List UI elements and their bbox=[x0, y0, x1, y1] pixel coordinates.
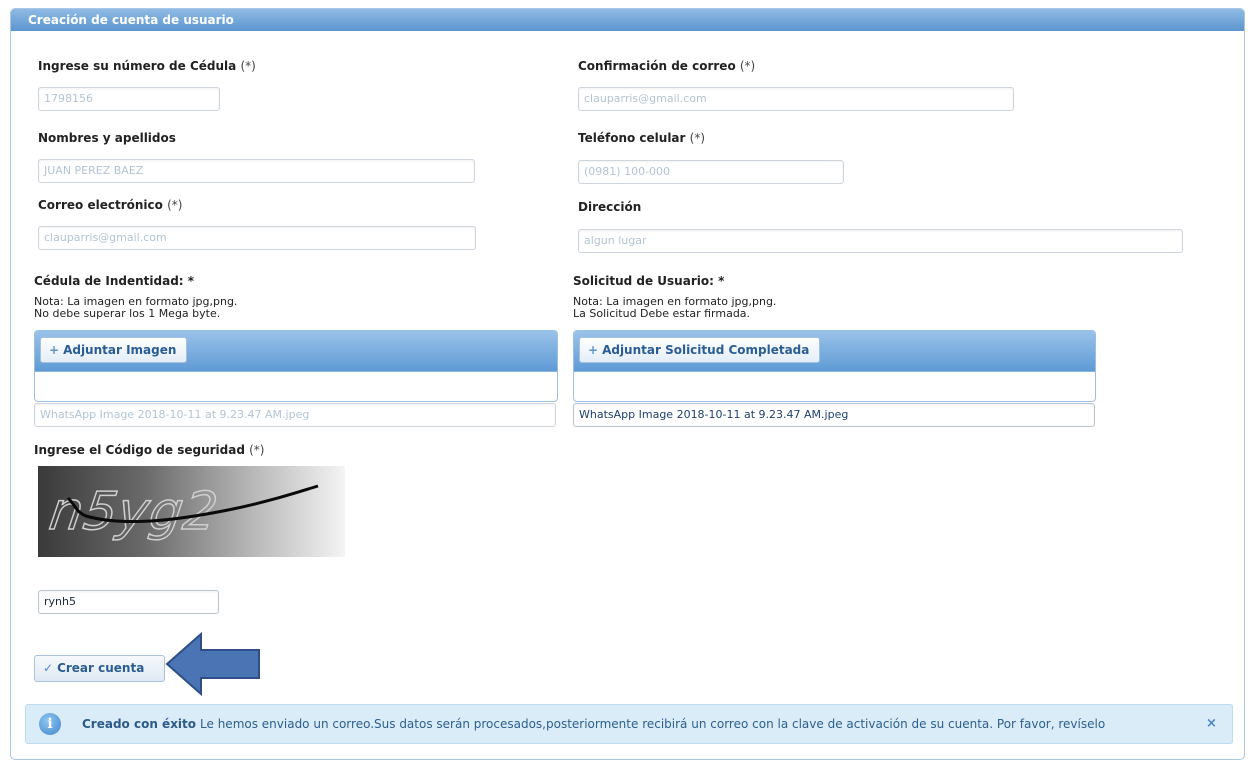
telefono-input[interactable]: (0981) 100-000 bbox=[578, 160, 844, 184]
adjuntar-imagen-button[interactable]: + Adjuntar Imagen bbox=[40, 337, 188, 363]
upload-solicitud-note2: La Solicitud Debe estar firmada. bbox=[573, 307, 751, 320]
alert-title: Creado con éxito bbox=[82, 717, 197, 731]
plus-icon: + bbox=[49, 343, 60, 357]
correo-input[interactable]: clauparris@gmail.com bbox=[38, 226, 476, 250]
upload-solicitud-label: Solicitud de Usuario: * bbox=[573, 274, 725, 288]
required-mark: (*) bbox=[739, 59, 756, 73]
upload-solicitud-box[interactable]: + Adjuntar Solicitud Completada bbox=[573, 330, 1096, 402]
required-mark: (*) bbox=[167, 198, 183, 212]
cedula-label: Ingrese su número de Cédula (*) bbox=[38, 59, 256, 73]
required-mark: (*) bbox=[249, 443, 265, 457]
captcha-label-text: Ingrese el Código de seguridad bbox=[34, 443, 245, 457]
required-mark: (*) bbox=[689, 131, 706, 145]
crear-cuenta-label: Crear cuenta bbox=[57, 661, 145, 675]
close-icon[interactable]: × bbox=[1206, 716, 1217, 731]
confirmacion-input[interactable]: clauparris@gmail.com bbox=[578, 87, 1014, 111]
captcha-input[interactable]: rynh5 bbox=[38, 590, 219, 614]
correo-label: Correo electrónico (*) bbox=[38, 198, 182, 212]
adjuntar-solicitud-button[interactable]: + Adjuntar Solicitud Completada bbox=[579, 337, 821, 363]
adjuntar-imagen-label: Adjuntar Imagen bbox=[63, 343, 177, 357]
upload-cedula-note2: No debe superar los 1 Mega byte. bbox=[34, 307, 221, 320]
upload-cedula-note1: Nota: La imagen en formato jpg,png. bbox=[34, 295, 238, 308]
check-icon: ✓ bbox=[43, 661, 54, 675]
telefono-label: Teléfono celular (*) bbox=[578, 131, 705, 145]
panel-title: Creación de cuenta de usuario bbox=[11, 9, 1244, 31]
cedula-label-text: Ingrese su número de Cédula bbox=[38, 59, 237, 73]
solicitud-filename-field[interactable]: WhatsApp Image 2018-10-11 at 9.23.47 AM.… bbox=[573, 403, 1095, 427]
upload-cedula-toolbar: + Adjuntar Imagen bbox=[35, 331, 557, 372]
alert-message: Le hemos enviado un correo.Sus datos ser… bbox=[200, 717, 1106, 731]
adjuntar-solicitud-label: Adjuntar Solicitud Completada bbox=[602, 343, 810, 357]
confirmacion-label: Confirmación de correo (*) bbox=[578, 59, 755, 73]
upload-solicitud-toolbar: + Adjuntar Solicitud Completada bbox=[574, 331, 1095, 372]
success-alert: i Creado con éxito Le hemos enviado un co… bbox=[25, 704, 1233, 744]
captcha-label: Ingrese el Código de seguridad (*) bbox=[34, 443, 265, 457]
upload-cedula-box[interactable]: + Adjuntar Imagen bbox=[34, 330, 558, 402]
upload-cedula-label: Cédula de Indentidad: * bbox=[34, 274, 195, 288]
alert-text: Creado con éxito Le hemos enviado un corr… bbox=[82, 717, 1105, 731]
confirmacion-label-text: Confirmación de correo bbox=[578, 59, 736, 73]
cedula-filename-field[interactable]: WhatsApp Image 2018-10-11 at 9.23.47 AM.… bbox=[34, 403, 556, 427]
info-icon: i bbox=[39, 713, 61, 735]
direccion-label: Dirección bbox=[578, 200, 642, 214]
captcha-strike-line bbox=[66, 484, 319, 524]
direccion-input[interactable]: algun lugar bbox=[578, 229, 1183, 253]
arrow-icon bbox=[165, 632, 260, 696]
crear-cuenta-button[interactable]: ✓ Crear cuenta bbox=[34, 655, 165, 682]
upload-solicitud-note1: Nota: La imagen en formato jpg,png. bbox=[573, 295, 777, 308]
nombres-label: Nombres y apellidos bbox=[38, 131, 176, 145]
nombres-input[interactable]: JUAN PEREZ BAEZ bbox=[38, 159, 475, 183]
cedula-input[interactable]: 1798156 bbox=[38, 87, 220, 111]
telefono-label-text: Teléfono celular bbox=[578, 131, 686, 145]
required-mark: (*) bbox=[240, 59, 256, 73]
plus-icon: + bbox=[588, 343, 599, 357]
correo-label-text: Correo electrónico bbox=[38, 198, 163, 212]
captcha-image: n5yg2 bbox=[38, 466, 345, 557]
